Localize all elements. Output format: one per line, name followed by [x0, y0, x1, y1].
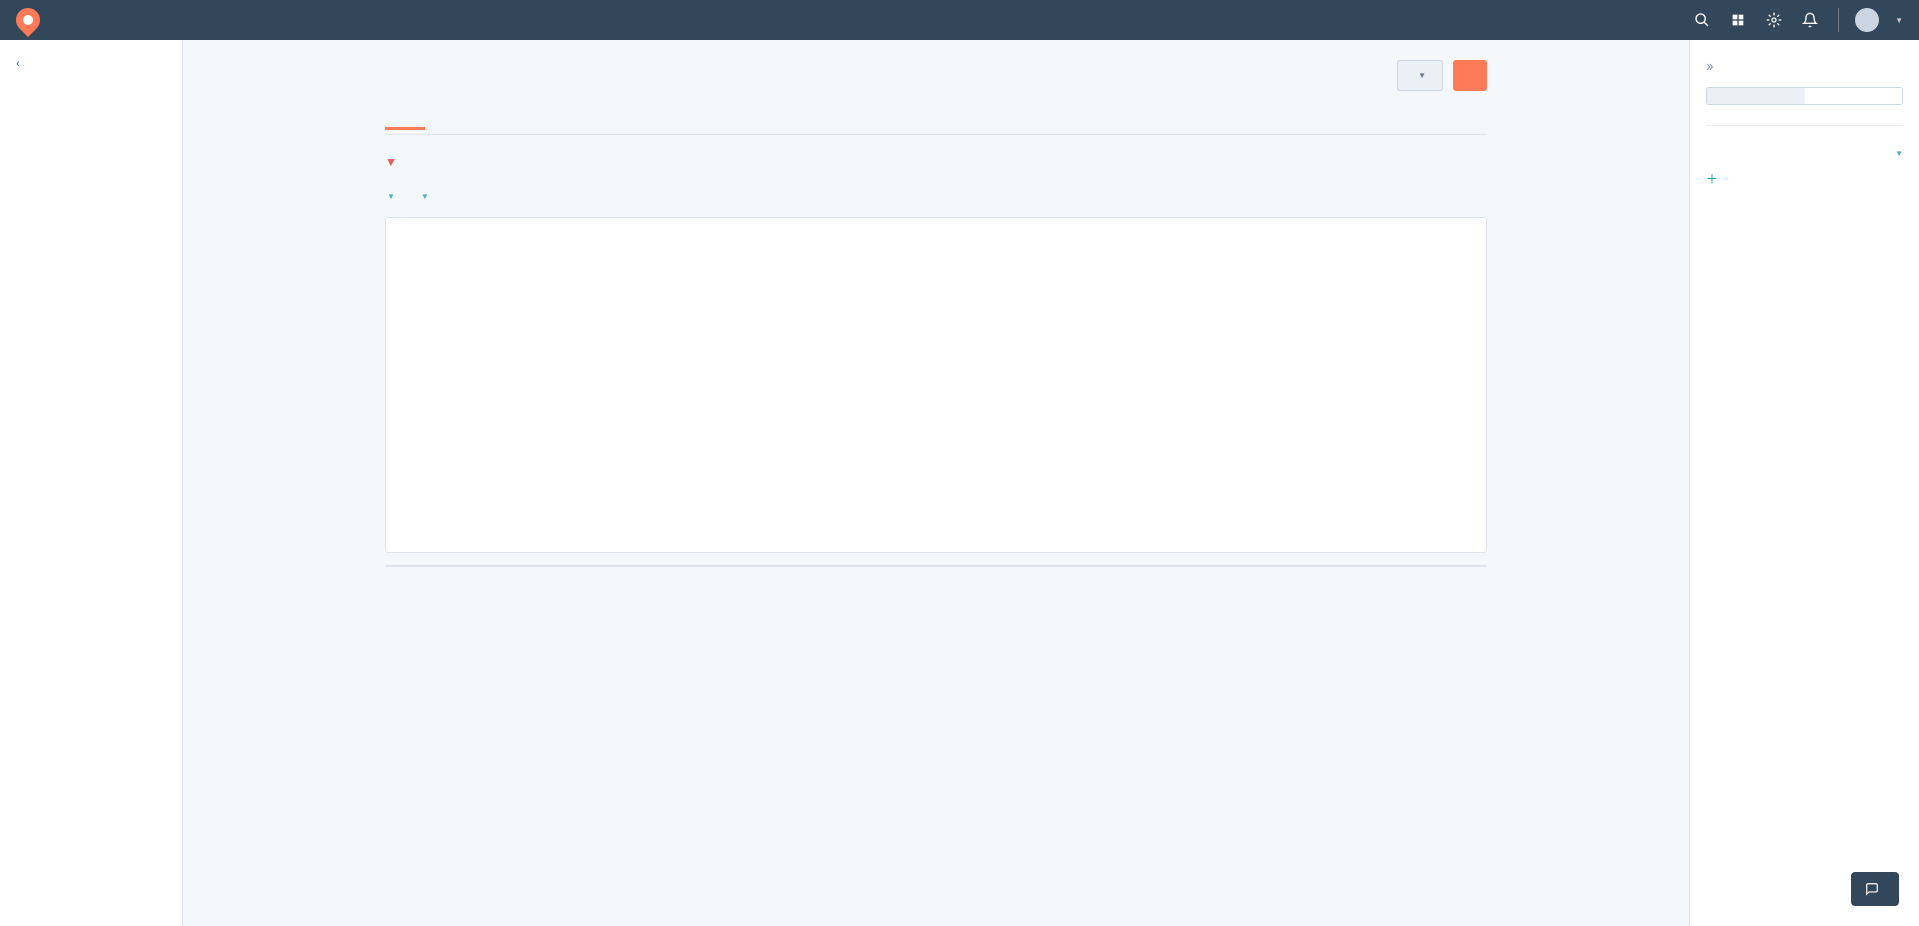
chart-card	[385, 217, 1487, 553]
filter-deals-expected-value[interactable]: ▼	[385, 192, 395, 201]
waterfall-chart	[410, 242, 1462, 532]
account-menu[interactable]: ▼	[1838, 8, 1903, 32]
sidebar-title	[0, 82, 182, 102]
plus-icon: ＋	[1706, 170, 1718, 187]
hubspot-logo[interactable]	[11, 3, 45, 37]
nav-right: ▼	[1694, 8, 1903, 32]
chat-icon	[1865, 882, 1879, 896]
filter-pipeline-changes-value[interactable]: ▼	[419, 192, 429, 201]
save-report-button[interactable]	[1453, 60, 1487, 91]
tab-about[interactable]	[1805, 88, 1903, 104]
back-link[interactable]: ‹	[0, 56, 182, 82]
help-button[interactable]	[1851, 872, 1899, 906]
bell-icon[interactable]	[1802, 12, 1818, 28]
gear-icon[interactable]	[1766, 12, 1782, 28]
tabs	[385, 103, 1487, 135]
collapse-icon[interactable]: »	[1706, 56, 1903, 75]
sidebar: ‹	[0, 40, 183, 926]
chevron-left-icon: ‹	[16, 56, 20, 70]
filter-pipeline-changes: ▼	[419, 185, 429, 201]
avatar	[1855, 8, 1879, 32]
add-filter-button[interactable]: ＋	[1706, 170, 1903, 187]
decrease-indicator: ▼	[385, 155, 1487, 169]
actions-button[interactable]: ▼	[1397, 60, 1443, 91]
right-panel-tabs	[1706, 87, 1903, 105]
right-actions-link[interactable]: ▼	[1893, 149, 1903, 158]
main: ▼ ▼ ▼ ▼	[183, 40, 1689, 926]
tab-filters[interactable]	[1707, 88, 1805, 104]
top-nav: ▼	[0, 0, 1919, 40]
right-panel: » ▼ ＋	[1689, 40, 1919, 926]
caret-icon: ▼	[1895, 16, 1903, 25]
marketplace-icon[interactable]	[1730, 12, 1746, 28]
tab-summary[interactable]	[385, 103, 425, 130]
search-icon[interactable]	[1694, 12, 1710, 28]
table-card	[385, 565, 1487, 567]
caret-down-icon: ▼	[385, 155, 397, 169]
filter-deals-expected: ▼	[385, 185, 395, 201]
